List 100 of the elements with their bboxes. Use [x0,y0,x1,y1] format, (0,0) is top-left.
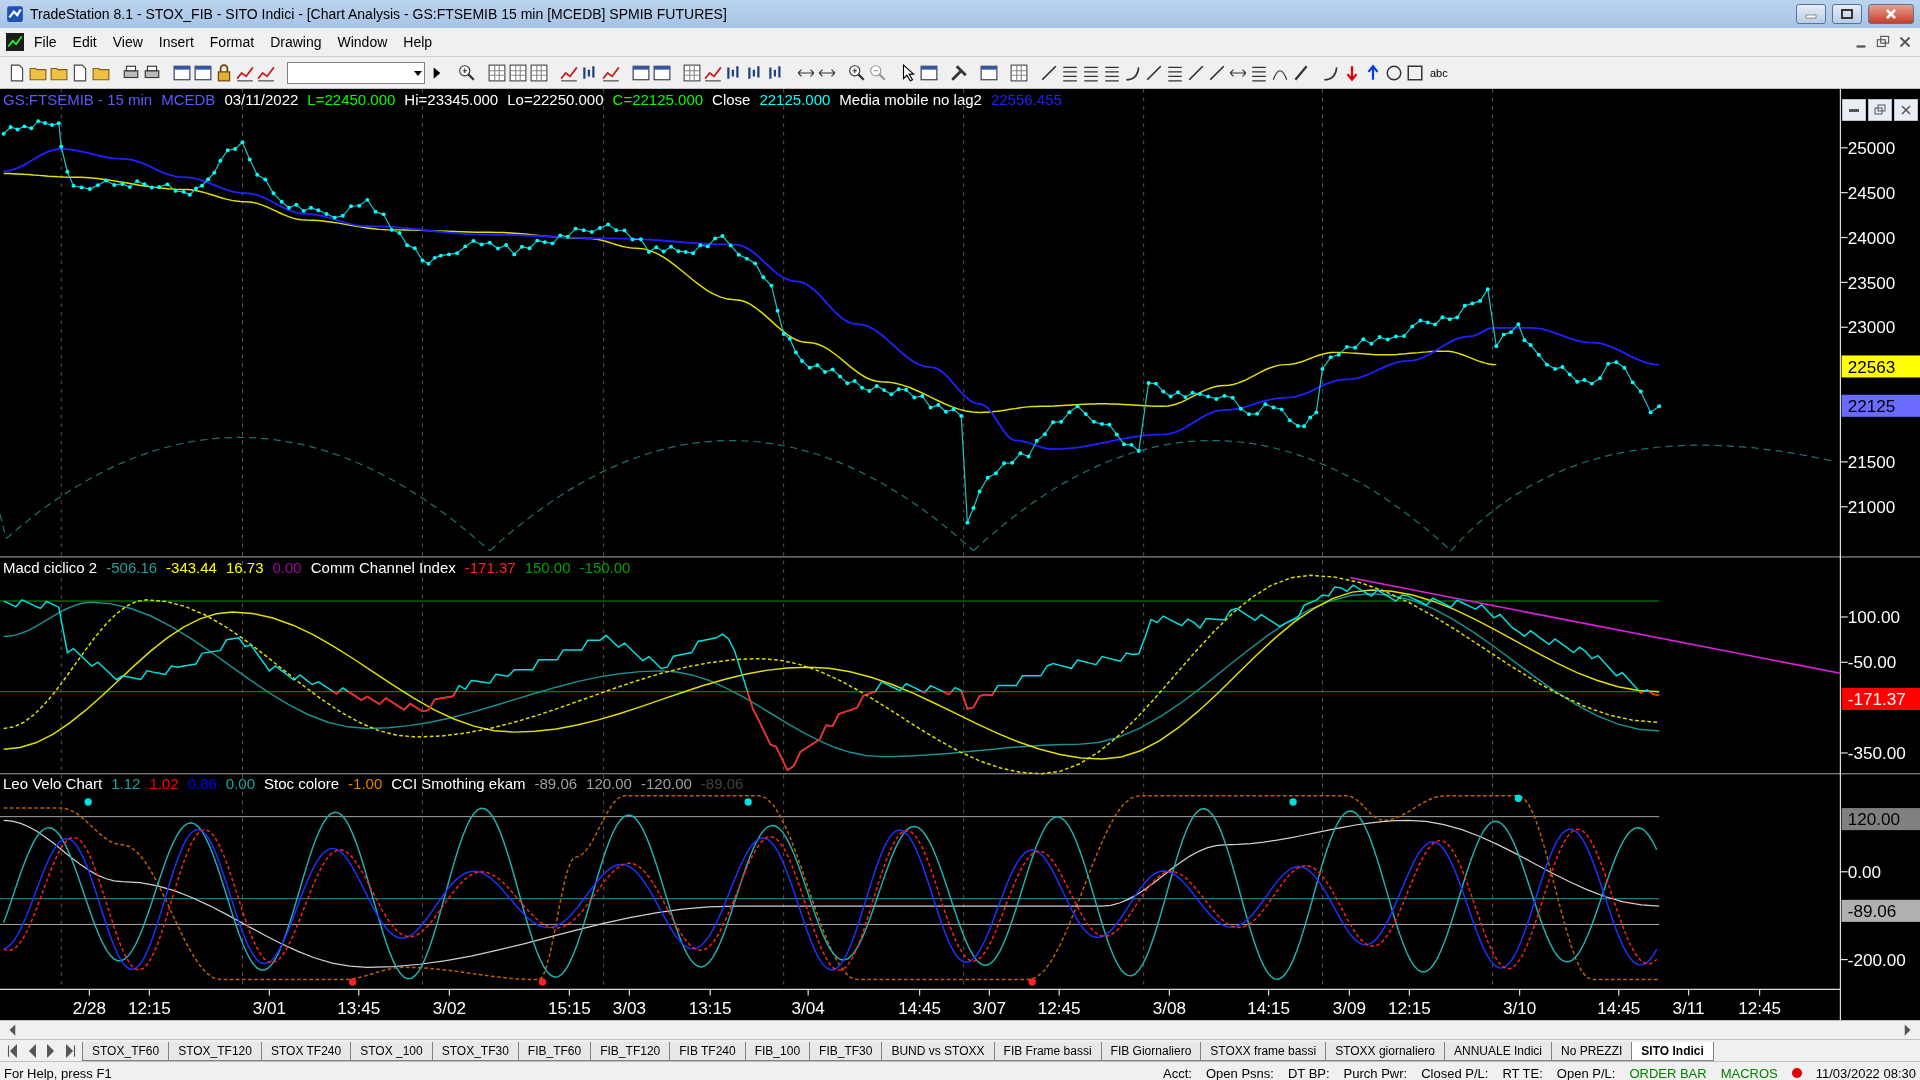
window-icon[interactable] [194,63,212,82]
axis-label: 23500 [1847,272,1896,293]
status-text: For Help, press F1 [4,1065,112,1080]
document-icon[interactable] [8,63,26,82]
window-icon[interactable] [920,63,938,82]
menu-item[interactable]: Help [397,32,439,52]
chart-icon [6,33,24,51]
sheet-tab[interactable]: ANNUALE Indici [1443,1042,1552,1061]
legend-text: Macd ciclico 2 [3,559,98,577]
legend-text: Leo Velo Chart [3,775,103,793]
axis-label: 12:15 [1387,997,1431,1018]
grid-icon[interactable] [509,63,527,82]
restore-icon [1872,102,1888,118]
maximize-button[interactable] [1832,4,1862,24]
status-text: RT TE: [1502,1065,1543,1080]
zoom-in-icon[interactable] [848,63,866,82]
status-text: Acct: [1163,1065,1192,1080]
legend-text: 150.00 [524,559,571,577]
menu-item[interactable]: Format [203,32,261,52]
sheet-tab[interactable]: STOX _100 [350,1042,433,1061]
line-icon[interactable] [1208,63,1226,82]
sheet-tab[interactable]: STOX_TF120 [168,1042,262,1061]
line-icon[interactable] [1145,63,1163,82]
line-icon[interactable] [1040,63,1058,82]
legend-text: Comm Channel Index [310,559,456,577]
axis-label: 14:45 [1597,997,1641,1018]
legend-text: -1.00 [348,775,383,793]
window-icon[interactable] [653,63,671,82]
legend-text: 16.73 [225,559,264,577]
sheet-tab[interactable]: FIB Giornaliero [1100,1042,1202,1061]
axis-label: 14:15 [1247,997,1290,1018]
sheet-tab[interactable]: SITO Indici [1631,1042,1714,1061]
status-dot [1791,1068,1802,1078]
axis-label: 15:15 [547,997,591,1018]
document-icon[interactable] [71,63,89,82]
signal-dot [84,798,92,806]
window-icon[interactable] [980,63,998,82]
sheet-tab[interactable]: BUND vs STOXX [881,1042,995,1061]
sheet-tab[interactable]: STOXX giornaliero [1325,1042,1445,1061]
price-tag: 22125 [1841,394,1920,417]
window-icon[interactable] [632,63,650,82]
status-text: Open Psns: [1206,1065,1274,1080]
price-tag: -171.37 [1841,687,1920,710]
status-text: MACROS [1720,1065,1778,1080]
sheet-tab[interactable]: STOXX frame bassi [1200,1042,1327,1061]
sheet-tab[interactable]: STOX TF240 [260,1042,352,1061]
text-tool[interactable]: abc [1427,66,1451,79]
close-button[interactable] [1868,4,1914,24]
legend-text: Lo=22250.000 [507,91,604,109]
zoom-in-icon[interactable] [458,63,476,82]
sheet-tab[interactable]: STOX_TF60 [82,1042,170,1061]
sheet-tab[interactable]: FIB_100 [744,1042,811,1061]
axis-label: 13:15 [688,997,732,1018]
signal-dot [349,978,357,986]
grid-icon[interactable] [488,63,506,82]
minimize-button[interactable] [1796,4,1826,24]
grid-icon[interactable] [1010,63,1028,82]
tools-icon[interactable] [950,63,968,82]
sheet-tab[interactable]: FIB_TF30 [809,1042,883,1061]
window-title: TradeStation 8.1 - STOX_FIB - SITO Indici - [Chart Analysis - GS:FTSEMIB 15 min [MCEDB] SPMIB FUTURES] [30,6,728,22]
legend-text: -89.06 [700,775,744,793]
axis-label: 3/10 [1502,997,1537,1018]
menu-item[interactable]: File [28,32,63,52]
axis-label: 13:45 [337,997,381,1018]
legend-text: L=22450.000 [307,91,396,109]
legend-text: CCI Smothing ekam [391,775,526,793]
square-icon[interactable] [1406,63,1424,82]
axis-label: -200.00 [1847,949,1906,970]
menu-item[interactable]: Insert [152,32,200,52]
circle-icon[interactable] [1385,63,1403,82]
status-text: 11/03/2022 08:30 [1815,1065,1916,1080]
sheet-tab[interactable]: FIB TF240 [669,1042,746,1061]
menu-item[interactable]: Edit [66,32,103,52]
close-button[interactable] [1894,99,1918,121]
grid-icon[interactable] [683,63,701,82]
menu-item[interactable]: Window [331,32,394,52]
app-icon [6,5,24,23]
sheet-tab[interactable]: FIB Frame bassi [993,1042,1102,1061]
grid-icon[interactable] [530,63,548,82]
status-text: DT BP: [1287,1065,1330,1080]
signal-dot [538,978,547,986]
maximize-icon [1841,9,1853,19]
window-icon[interactable] [173,63,191,82]
menu-item[interactable]: View [106,32,149,52]
sheet-tab[interactable]: No PREZZI [1551,1042,1633,1061]
sheet-tab[interactable]: STOX_TF30 [431,1042,519,1061]
axis-label: 12:45 [1037,997,1081,1018]
minimize-button[interactable] [1842,99,1866,121]
lock-icon[interactable] [215,63,233,82]
line-icon[interactable] [1187,63,1205,82]
symbol-dropdown[interactable] [287,61,425,84]
axis-label: 0.00 [1847,861,1882,882]
axis-label: 21500 [1847,452,1896,472]
sheet-tab[interactable]: FIB_TF60 [517,1042,592,1061]
axis-label: 24000 [1847,227,1896,248]
axis-label: 2/28 [72,997,107,1018]
status-text: Open P/L: [1556,1065,1616,1080]
sheet-tab[interactable]: FIB_TF120 [590,1042,671,1061]
restore-button[interactable] [1868,99,1892,121]
menu-item[interactable]: Drawing [264,32,328,52]
